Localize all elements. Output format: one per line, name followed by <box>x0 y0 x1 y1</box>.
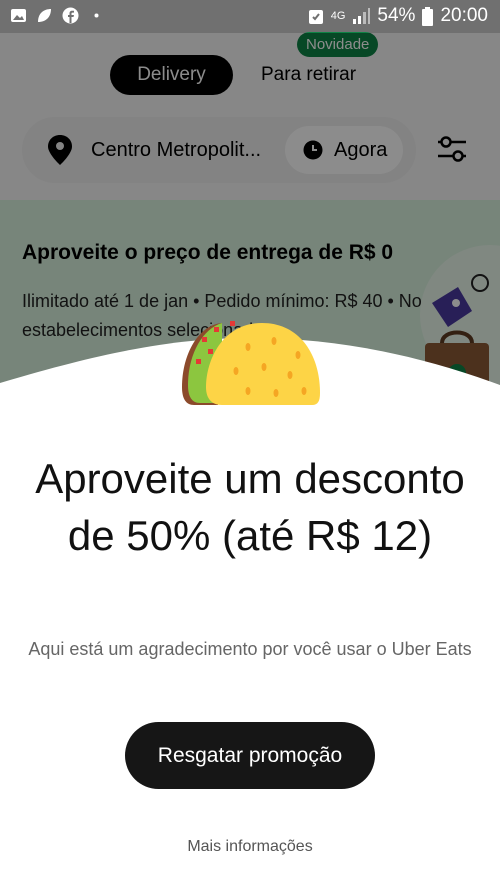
tab-delivery[interactable]: Delivery <box>110 55 233 95</box>
time-label: Agora <box>334 138 388 161</box>
signal-icon <box>353 8 371 24</box>
redeem-promo-button[interactable]: Resgatar promoção <box>125 722 375 789</box>
promo-subtitle: Aqui está um agradecimento por você usar… <box>28 639 472 659</box>
image-icon <box>11 9 26 22</box>
location-pin-icon <box>48 135 72 165</box>
tab-pickup[interactable]: Para retirar Novidade <box>261 32 379 86</box>
new-badge: Novidade <box>297 32 379 57</box>
time-selector[interactable]: Agora <box>285 126 403 174</box>
mode-tabs: Delivery Para retirar Novidade <box>110 32 379 95</box>
alarm-icon <box>308 10 323 24</box>
facebook-icon <box>62 7 79 24</box>
battery-icon <box>422 6 434 26</box>
battery-percent: 54% <box>377 5 416 26</box>
network-type: 4G <box>330 9 346 22</box>
shopping-bag-tag-icon <box>420 245 500 403</box>
system-icons: 4G 54% 20:00 <box>308 5 488 27</box>
address-text: Centro Metropolit... <box>91 138 262 161</box>
clock-icon <box>303 140 323 160</box>
taco-icon <box>182 321 320 405</box>
notification-icons <box>10 7 105 24</box>
more-info-link[interactable]: Mais informações <box>0 838 500 856</box>
tab-pickup-label: Para retirar <box>261 64 357 85</box>
dot-icon <box>94 13 99 18</box>
clock-time: 20:00 <box>440 5 488 26</box>
leaf-icon <box>38 9 51 22</box>
location-bar[interactable]: Centro Metropolit... Agora <box>22 117 416 183</box>
filter-icon[interactable] <box>436 133 468 165</box>
promo-headline: Aproveite um desconto de 50% (até R$ 12) <box>35 455 465 559</box>
promo-title: Aproveite o preço de entrega de R$ 0 <box>22 241 394 264</box>
status-bar: 4G 54% 20:00 <box>0 0 500 33</box>
